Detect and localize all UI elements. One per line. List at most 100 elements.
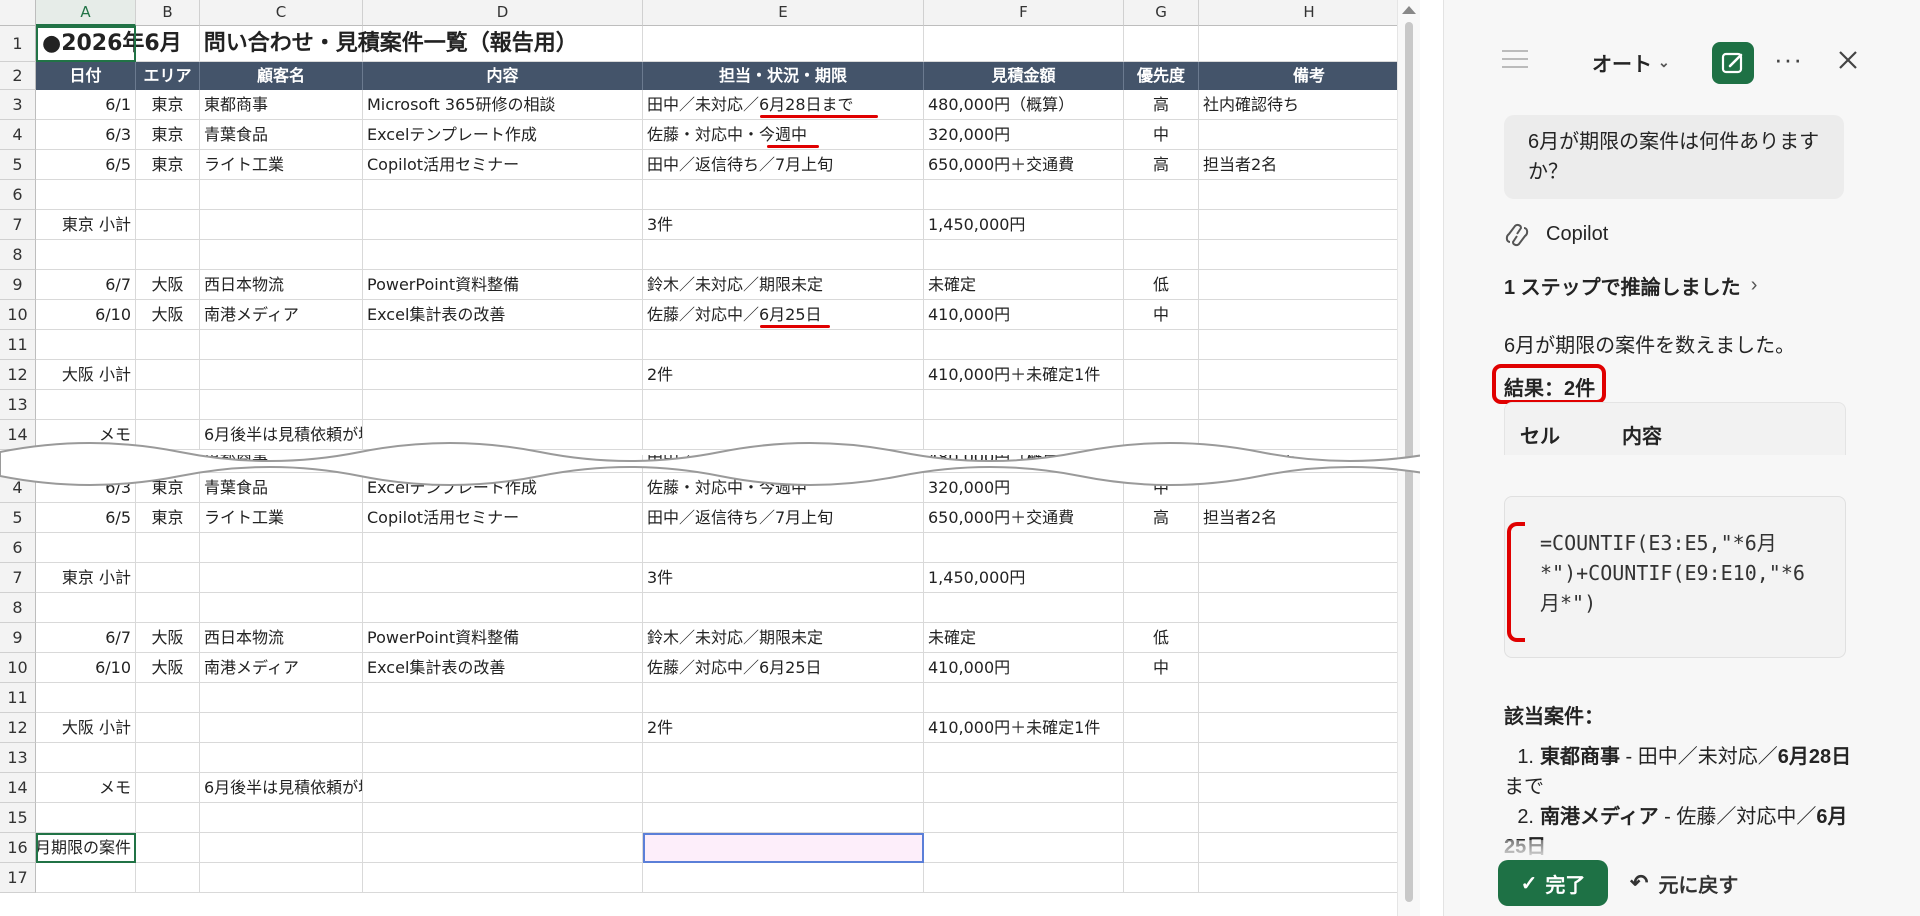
sheet-cell[interactable]: 1,450,000円 [924, 210, 1124, 240]
sheet-cell[interactable]: 南港メディア [200, 653, 363, 683]
sheet-cell[interactable]: 南港メディア [200, 300, 363, 330]
sheet-cell[interactable]: Excelテンプレート作成 [363, 120, 643, 150]
sheet-cell[interactable] [36, 803, 136, 833]
close-icon[interactable] [1838, 50, 1858, 70]
sheet-cell[interactable] [1124, 180, 1199, 210]
select-all-corner[interactable] [0, 0, 36, 26]
sheet-cell[interactable] [36, 180, 136, 210]
sheet-cell[interactable] [1124, 240, 1199, 270]
sheet-cell[interactable]: 未確定 [924, 270, 1124, 300]
sheet-cell[interactable] [136, 330, 200, 360]
column-header-G[interactable]: G [1124, 0, 1199, 26]
sheet-cell[interactable]: 6/7 [36, 270, 136, 300]
sheet-cell[interactable] [136, 593, 200, 623]
sheet-cell[interactable] [924, 833, 1124, 863]
sheet-cell[interactable]: 410,000円＋未確定1件 [924, 360, 1124, 390]
sheet-cell[interactable] [200, 803, 363, 833]
sheet-cell[interactable]: Excel集計表の改善 [363, 300, 643, 330]
sheet-cell[interactable]: Microsoft 365研修の相談 [363, 90, 643, 120]
sheet-cell[interactable] [1199, 593, 1420, 623]
sheet-cell[interactable]: 西日本物流 [200, 623, 363, 653]
sheet-cell[interactable] [1199, 743, 1420, 773]
sheet-cell[interactable]: 2件 [643, 360, 924, 390]
sheet-cell[interactable]: 6/1 [36, 90, 136, 120]
sheet-cell[interactable] [36, 863, 136, 893]
sheet-cell[interactable]: 3件 [643, 210, 924, 240]
sheet-cell[interactable] [1199, 120, 1420, 150]
sheet-cell[interactable]: ライト工業 [200, 150, 363, 180]
sheet-cell[interactable] [136, 563, 200, 593]
sheet-cell[interactable]: 鈴木／未対応／期限未定 [643, 270, 924, 300]
sheet-cell[interactable] [363, 360, 643, 390]
sheet-cell[interactable] [136, 713, 200, 743]
sheet-cell[interactable] [1199, 713, 1420, 743]
sheet-cell[interactable]: 大阪 [136, 653, 200, 683]
sheet-cell[interactable]: 480,000円（概算） [924, 90, 1124, 120]
sheet-cell[interactable] [363, 833, 643, 863]
sheet-cell[interactable]: 低 [1124, 270, 1199, 300]
sheet-cell[interactable]: PowerPoint資料整備 [363, 270, 643, 300]
sheet-cell[interactable] [924, 240, 1124, 270]
sheet-cell[interactable]: 西日本物流 [200, 270, 363, 300]
sheet-cell[interactable] [1124, 803, 1199, 833]
sheet-cell[interactable] [1199, 180, 1420, 210]
sheet-cell[interactable] [200, 563, 363, 593]
sheet-cell[interactable]: 410,000円 [924, 653, 1124, 683]
sheet-cell[interactable] [363, 210, 643, 240]
row-header[interactable]: 11 [0, 330, 36, 360]
sheet-cell[interactable]: Excel集計表の改善 [363, 653, 643, 683]
sheet-cell[interactable]: 中 [1124, 300, 1199, 330]
formula-result-cell[interactable] [643, 833, 924, 863]
sheet-cell[interactable] [643, 743, 924, 773]
sheet-cell[interactable] [200, 360, 363, 390]
sheet-cell[interactable] [36, 390, 136, 420]
sheet-cell[interactable] [363, 713, 643, 743]
sheet-cell[interactable]: 東京 [136, 120, 200, 150]
row-header[interactable]: 6 [0, 533, 36, 563]
sheet-cell[interactable]: 大阪 小計 [36, 360, 136, 390]
sheet-cell[interactable] [363, 803, 643, 833]
sheet-cell[interactable] [200, 863, 363, 893]
sheet-cell[interactable] [924, 180, 1124, 210]
menu-icon[interactable] [1502, 49, 1528, 69]
sheet-cell[interactable]: 3件 [643, 563, 924, 593]
sheet-cell[interactable] [200, 240, 363, 270]
sheet-cell[interactable] [1199, 360, 1420, 390]
column-header-E[interactable]: E [643, 0, 924, 26]
row-header[interactable]: 16 [0, 833, 36, 863]
sheet-cell[interactable] [924, 390, 1124, 420]
sheet-cell[interactable]: 鈴木／未対応／期限未定 [643, 623, 924, 653]
sheet-cell[interactable] [1124, 683, 1199, 713]
row-header[interactable]: 12 [0, 713, 36, 743]
row-header[interactable]: 3 [0, 90, 36, 120]
sheet-cell[interactable] [1124, 863, 1199, 893]
sheet-cell[interactable] [1124, 390, 1199, 420]
sheet-cell[interactable] [643, 683, 924, 713]
column-header-D[interactable]: D [363, 0, 643, 26]
sheet-cell[interactable]: Copilot活用セミナー [363, 150, 643, 180]
sheet-cell[interactable]: 中 [1124, 120, 1199, 150]
sheet-cell[interactable] [1124, 360, 1199, 390]
sheet-cell[interactable] [200, 533, 363, 563]
sheet-cell[interactable]: 大阪 [136, 300, 200, 330]
row-header[interactable]: 13 [0, 390, 36, 420]
sheet-cell[interactable] [36, 743, 136, 773]
sheet-cell[interactable]: 650,000円＋交通費 [924, 150, 1124, 180]
sheet-cell[interactable]: 担当者2名 [1199, 150, 1420, 180]
row-header[interactable]: 7 [0, 563, 36, 593]
scroll-up-arrow-icon[interactable] [1402, 6, 1416, 14]
sheet-cell[interactable] [363, 563, 643, 593]
row-header[interactable]: 7 [0, 210, 36, 240]
sheet-cell[interactable] [136, 360, 200, 390]
sheet-cell[interactable] [363, 180, 643, 210]
sheet-cell[interactable] [36, 683, 136, 713]
sheet-cell[interactable] [924, 330, 1124, 360]
sheet-cell[interactable]: 佐藤／対応中／6月25日 [643, 653, 924, 683]
sheet-cell[interactable]: 高 [1124, 90, 1199, 120]
row-header[interactable]: 15 [0, 803, 36, 833]
sheet-cell[interactable]: 青葉食品 [200, 120, 363, 150]
sheet-cell[interactable]: 6/5 [36, 503, 136, 533]
sheet-cell[interactable]: 大阪 [136, 623, 200, 653]
row-header[interactable]: 6 [0, 180, 36, 210]
row-header[interactable]: 11 [0, 683, 36, 713]
